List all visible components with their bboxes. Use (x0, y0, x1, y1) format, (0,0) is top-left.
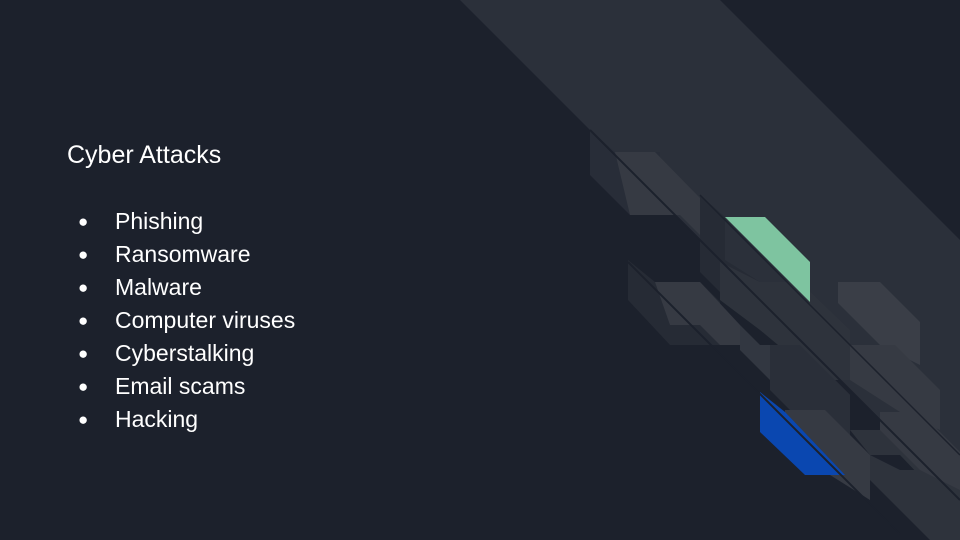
list-item-text: Computer viruses (115, 307, 296, 333)
bullet-icon: ● (78, 278, 89, 297)
list-item-text: Ransomware (115, 241, 251, 267)
slide-title: Cyber Attacks (67, 141, 222, 169)
list-item-text: Phishing (115, 208, 204, 234)
bullet-icon: ● (78, 377, 89, 396)
list-item-text: Hacking (115, 406, 199, 432)
slide: Cyber Attacks ● Phishing ● Ransomware ● … (0, 0, 960, 540)
list-item-text: Malware (115, 274, 202, 300)
bullet-icon: ● (78, 344, 89, 363)
bullet-icon: ● (78, 410, 89, 429)
bullet-icon: ● (78, 245, 89, 264)
list-item-text: Email scams (115, 373, 246, 399)
bullet-icon: ● (78, 212, 89, 231)
bullet-icon: ● (78, 311, 89, 330)
list-item-text: Cyberstalking (115, 340, 255, 366)
